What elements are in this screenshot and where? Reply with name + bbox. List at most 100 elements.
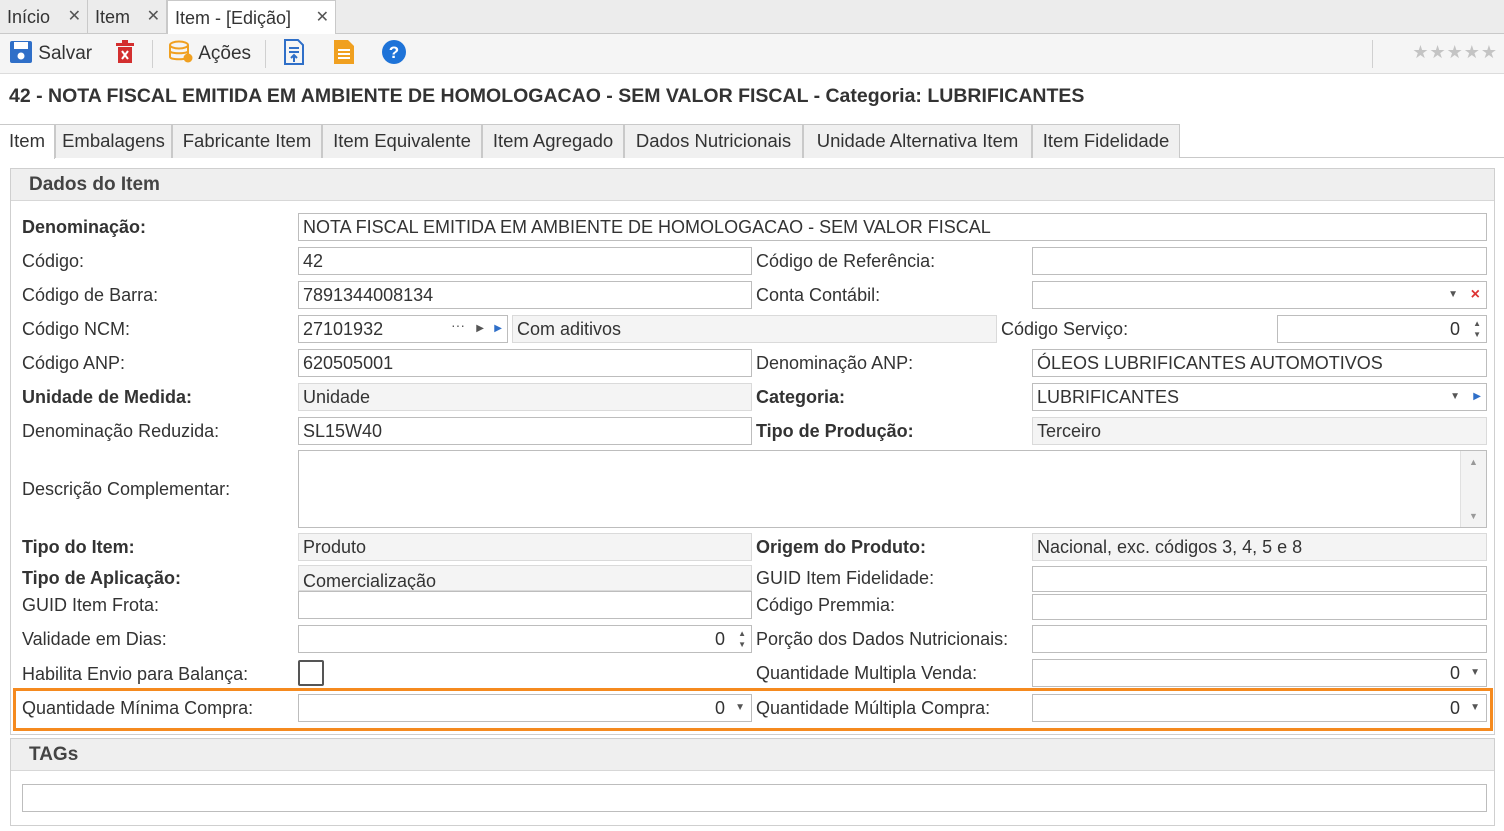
- tipo-producao-field: Terceiro: [1032, 417, 1487, 445]
- spinner-icon[interactable]: ▲ ▼: [1473, 318, 1481, 340]
- save-label: Salvar: [38, 43, 93, 64]
- page-title: 42 - NOTA FISCAL EMITIDA EM AMBIENTE DE …: [9, 85, 1085, 107]
- tab-item-equivalente[interactable]: Item Equivalente: [322, 124, 482, 158]
- tab-item-fidelidade[interactable]: Item Fidelidade: [1032, 124, 1180, 158]
- spinner-icon[interactable]: ▲ ▼: [738, 628, 746, 650]
- doc-tab-item-edicao[interactable]: Item - [Edição] ✕: [167, 0, 336, 35]
- document-tabs: Início ✕ Item ✕ Item - [Edição] ✕: [0, 0, 1504, 35]
- guid-item-fidelidade-field[interactable]: [1032, 566, 1487, 592]
- codigo-premmia-label: Código Premmia:: [756, 595, 896, 615]
- codigo-anp-label: Código ANP:: [22, 353, 126, 373]
- panel-title: Dados do Item: [11, 169, 1494, 201]
- tab-item-agregado[interactable]: Item Agregado: [482, 124, 624, 158]
- navigate-icon[interactable]: ▶: [1473, 384, 1481, 410]
- chevron-down-icon[interactable]: ▼: [1470, 695, 1480, 721]
- codigo-anp-field[interactable]: 620505001: [298, 349, 752, 377]
- doc-tab-label: Item - [Edição]: [175, 8, 292, 28]
- denominacao-field[interactable]: NOTA FISCAL EMITIDA EM AMBIENTE DE HOMOL…: [298, 213, 1487, 241]
- section-tabs: Item Embalagens Fabricante Item Item Equ…: [0, 122, 1504, 159]
- tags-panel: TAGs: [10, 738, 1495, 826]
- guid-item-frota-label: GUID Item Frota:: [22, 595, 160, 615]
- rating-stars[interactable]: ★★★★★: [1412, 42, 1498, 63]
- codigo-ncm-value: 27101932: [303, 319, 384, 339]
- ncm-descricao-field: Com aditivos: [512, 315, 997, 343]
- codigo-field[interactable]: 42: [298, 247, 752, 275]
- navigate-icon[interactable]: ▶: [494, 316, 502, 342]
- quantidade-multipla-venda-value: 0: [1449, 663, 1460, 683]
- habilita-envio-balanca-checkbox[interactable]: [298, 660, 324, 686]
- chevron-down-icon[interactable]: ▼: [735, 695, 745, 721]
- close-icon[interactable]: ✕: [147, 0, 160, 34]
- tipo-item-label: Tipo do Item:: [22, 537, 135, 557]
- validade-dias-value: 0: [714, 629, 725, 649]
- toolbar-separator: [1372, 40, 1373, 68]
- quantidade-multipla-venda-label: Quantidade Multipla Venda:: [756, 663, 978, 683]
- actions-button[interactable]: Ações: [168, 38, 251, 70]
- tags-panel-title: TAGs: [11, 739, 1494, 771]
- denominacao-anp-field[interactable]: ÓLEOS LUBRIFICANTES AUTOMOTIVOS: [1032, 349, 1487, 377]
- chevron-down-icon[interactable]: ▼: [1448, 282, 1458, 308]
- denominacao-anp-label: Denominação ANP:: [756, 353, 914, 373]
- origem-produto-field: Nacional, exc. códigos 3, 4, 5 e 8: [1032, 533, 1487, 561]
- tipo-aplicacao-label: Tipo de Aplicação:: [22, 568, 182, 588]
- guid-item-frota-field[interactable]: [298, 591, 752, 619]
- conta-contabil-select[interactable]: ▼ ×: [1032, 281, 1487, 309]
- help-icon: ?: [382, 40, 406, 64]
- codigo-servico-field[interactable]: 0 ▲ ▼: [1277, 315, 1487, 343]
- save-button[interactable]: Salvar: [9, 38, 92, 70]
- close-icon[interactable]: ✕: [316, 1, 329, 35]
- toolbar: Salvar Ações ? ★★★★★: [0, 34, 1504, 74]
- tab-unidade-alternativa-item[interactable]: Unidade Alternativa Item: [803, 124, 1032, 158]
- quantidade-multipla-compra-value: 0: [1449, 698, 1460, 718]
- categoria-select[interactable]: LUBRIFICANTES ▼ ▶: [1032, 383, 1487, 411]
- codigo-barra-label: Código de Barra:: [22, 285, 159, 305]
- descricao-complementar-textarea[interactable]: ▲ ▼: [298, 450, 1487, 528]
- porcao-dados-nutricionais-field[interactable]: [1032, 625, 1487, 653]
- tab-dados-nutricionais[interactable]: Dados Nutricionais: [624, 124, 803, 158]
- chevron-right-icon[interactable]: ▶: [476, 316, 484, 342]
- help-glyph: ?: [389, 43, 399, 62]
- export-button[interactable]: [283, 38, 305, 70]
- origem-produto-label: Origem do Produto:: [756, 537, 926, 557]
- porcao-dados-nutricionais-label: Porção dos Dados Nutricionais:: [756, 629, 1009, 649]
- scroll-down-icon[interactable]: ▼: [1469, 511, 1478, 521]
- doc-tab-inicio[interactable]: Início ✕: [0, 0, 88, 34]
- chevron-down-icon[interactable]: ▼: [1450, 384, 1460, 410]
- tab-embalagens[interactable]: Embalagens: [55, 124, 172, 158]
- codigo-ncm-field[interactable]: 27101932 ··· ▶ ▶: [298, 315, 508, 343]
- delete-button[interactable]: [114, 38, 136, 70]
- codigo-label: Código:: [22, 251, 85, 271]
- scroll-up-icon[interactable]: ▲: [1469, 457, 1478, 467]
- unidade-medida-label: Unidade de Medida:: [22, 387, 193, 407]
- doc-tab-item[interactable]: Item ✕: [88, 0, 167, 34]
- tab-fabricante-item[interactable]: Fabricante Item: [172, 124, 322, 158]
- denominacao-label: Denominação:: [22, 217, 147, 237]
- validade-dias-field[interactable]: 0 ▲ ▼: [298, 625, 752, 653]
- clear-icon[interactable]: ×: [1471, 282, 1480, 308]
- codigo-servico-label: Código Serviço:: [1001, 319, 1129, 339]
- codigo-premmia-field[interactable]: [1032, 594, 1487, 620]
- categoria-value: LUBRIFICANTES: [1037, 387, 1180, 407]
- textarea-scrollbar[interactable]: ▲ ▼: [1460, 451, 1486, 527]
- codigo-barra-field[interactable]: 7891344008134: [298, 281, 752, 309]
- codigo-referencia-field[interactable]: [1032, 247, 1487, 275]
- tab-item[interactable]: Item: [0, 124, 55, 159]
- save-icon: [10, 41, 32, 63]
- denominacao-reduzida-field[interactable]: SL15W40: [298, 417, 752, 445]
- descricao-complementar-label: Descrição Complementar:: [22, 479, 231, 499]
- delete-icon: [116, 40, 134, 63]
- tipo-producao-label: Tipo de Produção:: [756, 421, 914, 441]
- unidade-medida-field: Unidade: [298, 383, 752, 411]
- close-icon[interactable]: ✕: [68, 0, 81, 34]
- tipo-item-field: Produto: [298, 533, 752, 561]
- chevron-down-icon[interactable]: ▼: [1470, 660, 1480, 686]
- tags-input[interactable]: [22, 784, 1487, 812]
- ellipsis-icon[interactable]: ···: [451, 316, 465, 338]
- toolbar-separator: [265, 40, 266, 68]
- quantidade-multipla-compra-select[interactable]: 0 ▼: [1032, 694, 1487, 722]
- report-button[interactable]: [332, 38, 356, 70]
- help-button[interactable]: ?: [381, 38, 407, 70]
- toolbar-separator: [152, 40, 153, 68]
- quantidade-multipla-venda-select[interactable]: 0 ▼: [1032, 659, 1487, 687]
- quantidade-minima-compra-select[interactable]: 0 ▼: [298, 694, 752, 722]
